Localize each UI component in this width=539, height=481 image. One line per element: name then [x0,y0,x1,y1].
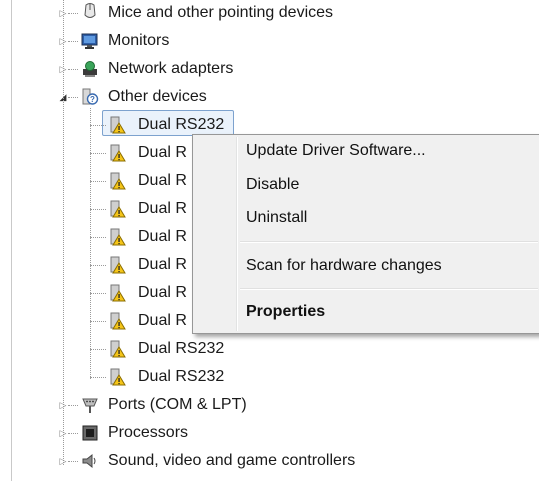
tree-node-label: Monitors [108,32,170,49]
menu-icon-gutter [236,137,238,331]
monitor-icon [81,33,98,49]
tree-node-label: Other devices [108,88,207,105]
warning-device-icon [110,200,126,218]
processor-icon [82,425,98,441]
network-adapter-icon [83,61,97,77]
expand-arrow-icon[interactable]: ▷ [58,400,68,410]
device-label: Dual R [138,228,187,245]
warning-device-icon [110,116,126,134]
warning-device-icon [110,340,126,358]
device-label: Dual R [138,172,187,189]
device-label: Dual RS232 [138,340,225,357]
warning-device-icon [110,228,126,246]
context-menu: Update Driver Software... Disable Uninst… [192,134,539,334]
tree-node-label: Sound, video and game controllers [108,452,356,469]
menu-item-scan-hardware[interactable]: Scan for hardware changes [246,252,442,280]
device-label: Dual RS232 [138,368,225,385]
menu-separator [240,288,538,290]
warning-device-icon [110,256,126,274]
warning-device-icon [110,284,126,302]
warning-device-icon [110,368,126,386]
device-label: Dual R [138,256,187,273]
device-label: Dual R [138,144,187,161]
expand-arrow-icon[interactable]: ▷ [58,428,68,438]
port-icon [82,398,98,413]
device-label: Dual R [138,312,187,329]
device-label: Dual R [138,284,187,301]
expand-arrow-icon[interactable]: ▷ [58,456,68,466]
tree-node-label: Processors [108,424,189,441]
menu-item-disable[interactable]: Disable [246,171,299,199]
svg-text:?: ? [90,95,95,104]
menu-item-properties[interactable]: Properties [246,298,325,326]
warning-device-icon [110,312,126,330]
tree-node-label: Network adapters [108,60,234,77]
tree-node-label: Mice and other pointing devices [108,4,334,21]
warning-device-icon [110,144,126,162]
warning-device-icon [110,172,126,190]
device-label: Dual R [138,200,187,217]
speaker-icon [82,453,96,469]
unknown-device-icon: ? [82,88,99,105]
tree-node-label: Ports (COM & LPT) [108,396,247,413]
menu-item-uninstall[interactable]: Uninstall [246,204,307,232]
menu-item-update-driver[interactable]: Update Driver Software... [246,137,426,165]
menu-separator [240,241,538,243]
mouse-icon [84,3,96,18]
